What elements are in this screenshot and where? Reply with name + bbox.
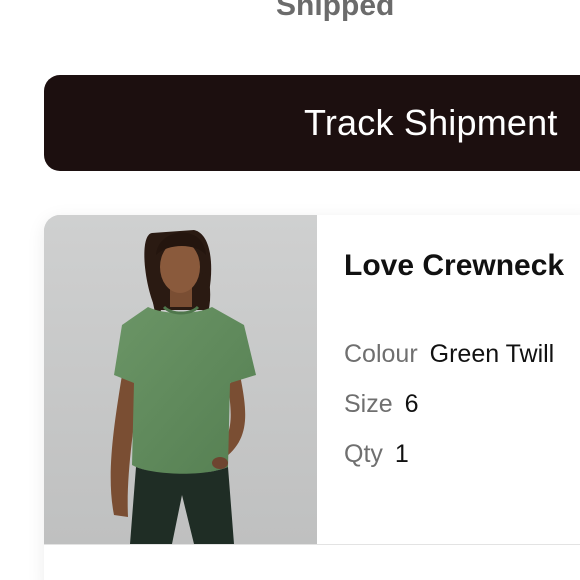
size-value: 6 bbox=[404, 390, 419, 418]
product-image[interactable] bbox=[44, 215, 317, 544]
track-shipment-button[interactable]: Track Shipment bbox=[44, 75, 580, 171]
model-photo bbox=[44, 215, 317, 544]
colour-value: Green Twill bbox=[429, 340, 555, 368]
quantity-label: Qty bbox=[344, 440, 383, 468]
track-shipment-label: Track Shipment bbox=[304, 102, 558, 143]
product-card[interactable]: Love Crewneck Colour Green Twill Size 6 Qt… bbox=[44, 215, 580, 580]
order-status: Shipped bbox=[276, 0, 395, 22]
order-page: Shipped Track Shipment Love Crewneck Col… bbox=[0, 0, 580, 580]
product-details: Love Crewneck Colour Green Twill Size 6 Qt… bbox=[317, 215, 580, 544]
quantity-value: 1 bbox=[394, 440, 409, 468]
colour-attribute: Colour Green Twill bbox=[344, 340, 554, 369]
product-name[interactable]: Love Crewneck bbox=[344, 249, 564, 283]
size-attribute: Size 6 bbox=[344, 390, 419, 419]
card-divider bbox=[44, 544, 580, 545]
size-label: Size bbox=[344, 390, 393, 418]
colour-label: Colour bbox=[344, 340, 418, 368]
quantity-attribute: Qty 1 bbox=[344, 440, 409, 469]
